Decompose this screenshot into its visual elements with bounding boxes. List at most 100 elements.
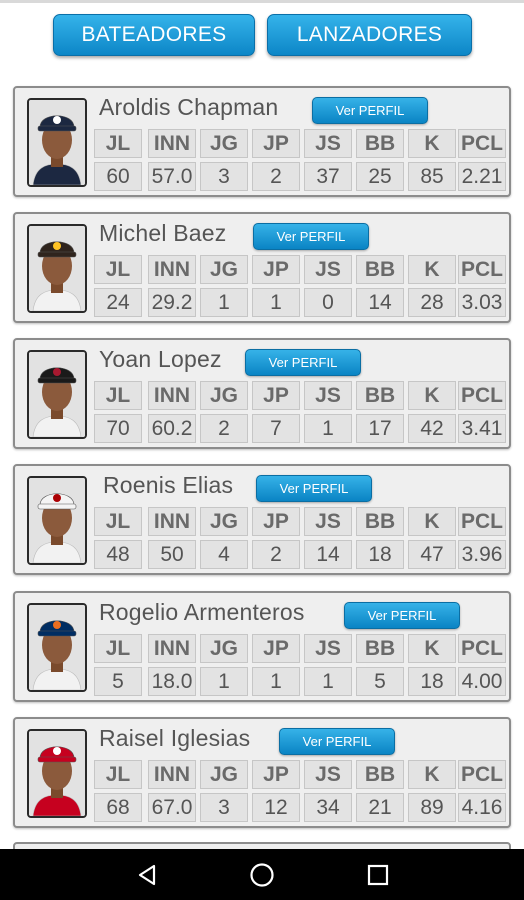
player-photo (27, 476, 87, 565)
stat-value: 68 (94, 793, 142, 822)
stat-header: PCL (458, 381, 506, 410)
stat-header: JS (304, 129, 352, 158)
stat-value: 2 (252, 162, 300, 191)
stat-value: 3.41 (458, 414, 506, 443)
android-nav-bar (0, 849, 524, 900)
stats-table: JL 5 INN 18.0 JG 1 JP 1 JS 1 BB 5 K 18 PCL 4.00 (94, 634, 506, 697)
stat-header: JS (304, 381, 352, 410)
view-profile-button[interactable]: Ver PERFIL (312, 97, 428, 124)
stat-value: 57.0 (148, 162, 196, 191)
stat-value: 12 (252, 793, 300, 822)
nationals-cap-icon (29, 478, 85, 563)
back-icon[interactable] (127, 849, 167, 900)
player-card: Raisel Iglesias Ver PERFIL JL 68 INN 67.0 JG 3 J… (13, 717, 511, 828)
reds-cap-icon (29, 731, 85, 816)
stat-value: 5 (94, 667, 142, 696)
player-photo (27, 729, 87, 818)
stat-value: 4.00 (458, 667, 506, 696)
stat-value: 70 (94, 414, 142, 443)
stat-header: K (408, 129, 456, 158)
stat-header: JG (200, 634, 248, 663)
stat-header: JL (94, 381, 142, 410)
padres-cap-icon (29, 226, 85, 311)
stat-value: 0 (304, 288, 352, 317)
player-name: Roenis Elias (103, 472, 234, 498)
player-card: Aroldis Chapman Ver PERFIL JL 60 INN 57.0 JG 3 J… (13, 86, 511, 197)
stat-header: JS (304, 507, 352, 536)
view-profile-button[interactable]: Ver PERFIL (253, 223, 369, 250)
player-card: Roenis Elias Ver PERFIL JL 48 INN 50 JG 4 JP 2 JS 1… (13, 464, 511, 575)
stat-header: PCL (458, 760, 506, 789)
stat-value: 67.0 (148, 793, 196, 822)
home-icon[interactable] (242, 849, 282, 900)
yankees-cap-icon (29, 100, 85, 185)
stat-value: 14 (304, 540, 352, 569)
recents-icon[interactable] (358, 849, 398, 900)
stat-value: 3.03 (458, 288, 506, 317)
stat-value: 7 (252, 414, 300, 443)
stat-value: 1 (252, 667, 300, 696)
stat-value: 14 (356, 288, 404, 317)
stat-header: INN (148, 129, 196, 158)
tab-bar: BATEADORES LANZADORES (0, 14, 524, 58)
view-profile-button[interactable]: Ver PERFIL (344, 602, 460, 629)
view-profile-button[interactable]: Ver PERFIL (256, 475, 372, 502)
status-divider (0, 0, 524, 3)
stat-header: INN (148, 381, 196, 410)
stat-value: 25 (356, 162, 404, 191)
stat-value: 18 (356, 540, 404, 569)
stats-table: JL 68 INN 67.0 JG 3 JP 12 JS 34 BB 21 K 89 PCL 4.16 (94, 760, 506, 823)
stat-header: JP (252, 129, 300, 158)
stat-value: 34 (304, 793, 352, 822)
stat-header: INN (148, 634, 196, 663)
stats-table: JL 70 INN 60.2 JG 2 JP 7 JS 1 BB 17 K 42 PCL 3.41 (94, 381, 506, 444)
player-photo (27, 224, 87, 313)
player-photo (27, 350, 87, 439)
stat-header: BB (356, 381, 404, 410)
stat-value: 89 (408, 793, 456, 822)
stat-header: PCL (458, 634, 506, 663)
diamondbacks-cap-icon (29, 352, 85, 437)
stat-value: 50 (148, 540, 196, 569)
tab-lanzadores[interactable]: LANZADORES (267, 14, 472, 56)
player-name: Yoan Lopez (99, 346, 222, 372)
stat-header: BB (356, 129, 404, 158)
stat-header: JG (200, 381, 248, 410)
player-name: Aroldis Chapman (99, 94, 279, 120)
stat-value: 1 (252, 288, 300, 317)
stat-value: 47 (408, 540, 456, 569)
stat-value: 18 (408, 667, 456, 696)
stat-header: K (408, 507, 456, 536)
stat-header: K (408, 381, 456, 410)
stat-header: INN (148, 255, 196, 284)
stat-header: JG (200, 760, 248, 789)
stat-header: K (408, 760, 456, 789)
tab-bateadores[interactable]: BATEADORES (53, 14, 255, 56)
view-profile-button[interactable]: Ver PERFIL (279, 728, 395, 755)
stat-header: JP (252, 634, 300, 663)
stat-value: 3 (200, 793, 248, 822)
player-photo (27, 603, 87, 692)
player-name: Rogelio Armenteros (99, 599, 305, 625)
stats-table: JL 24 INN 29.2 JG 1 JP 1 JS 0 BB 14 K 28 PCL 3.03 (94, 255, 506, 318)
stat-value: 2 (200, 414, 248, 443)
stat-value: 18.0 (148, 667, 196, 696)
stat-header: PCL (458, 507, 506, 536)
stat-header: BB (356, 255, 404, 284)
stat-header: JS (304, 760, 352, 789)
stat-value: 3 (200, 162, 248, 191)
stat-header: JS (304, 634, 352, 663)
stat-header: K (408, 634, 456, 663)
stat-value: 1 (304, 667, 352, 696)
stat-value: 4 (200, 540, 248, 569)
stat-value: 4.16 (458, 793, 506, 822)
stat-value: 5 (356, 667, 404, 696)
stat-value: 28 (408, 288, 456, 317)
stat-value: 1 (304, 414, 352, 443)
stat-value: 17 (356, 414, 404, 443)
view-profile-button[interactable]: Ver PERFIL (245, 349, 361, 376)
stat-header: PCL (458, 255, 506, 284)
stat-header: JS (304, 255, 352, 284)
stat-value: 2 (252, 540, 300, 569)
stat-header: JL (94, 507, 142, 536)
